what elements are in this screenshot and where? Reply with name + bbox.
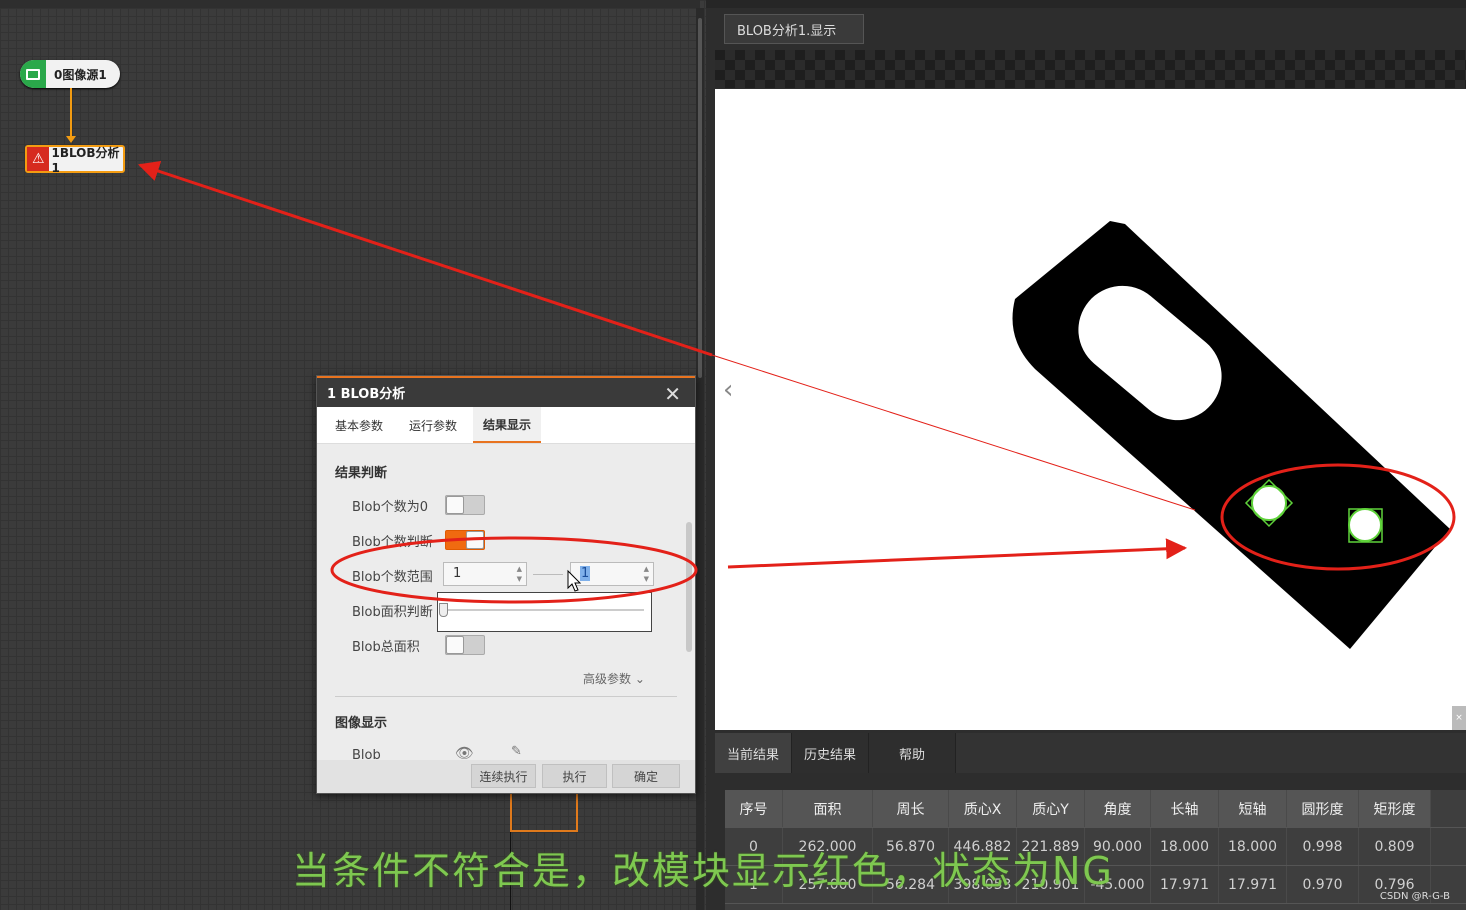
chevron-left-icon[interactable]: ‹: [723, 375, 733, 405]
close-icon[interactable]: ✕: [664, 382, 681, 406]
tab-result-display[interactable]: 结果显示: [473, 407, 542, 443]
section-title-result-judgement: 结果判断: [335, 466, 388, 481]
section-divider: [335, 696, 677, 697]
image-icon: [20, 60, 46, 88]
table-header: 矩形度: [1359, 790, 1431, 827]
table-header: 短轴: [1219, 790, 1287, 827]
canvas-scrollbar[interactable]: [698, 18, 702, 378]
slider-track[interactable]: [444, 609, 644, 611]
table-cell: 18.000: [1151, 828, 1219, 865]
section-title-image-display: 图像显示: [335, 716, 388, 731]
display-tab-label: BLOB分析1.显示: [737, 23, 837, 39]
chevron-down-icon: ⌄: [634, 672, 645, 686]
table-cell: 0.809: [1359, 828, 1431, 865]
tab-current-result[interactable]: 当前结果: [715, 733, 793, 773]
image-display[interactable]: ‹ ×: [715, 89, 1466, 730]
panel-splitter[interactable]: [696, 8, 704, 910]
slider-thumb[interactable]: [439, 603, 448, 617]
caption-text: 当条件不符合是，改模块显示红色，状态为NG: [292, 849, 1114, 893]
watermark: CSDN @R-G-B: [1379, 891, 1450, 902]
spin-arrows-icon[interactable]: ▲ ▼: [644, 564, 649, 584]
dialog-scrollbar[interactable]: [686, 522, 692, 652]
blob-image: [1012, 221, 1450, 649]
table-header: 长轴: [1151, 790, 1219, 827]
blob-part-shape: [1012, 221, 1450, 649]
table-cell: 0.970: [1287, 866, 1359, 903]
table-cell: 18.000: [1219, 828, 1287, 865]
ok-button[interactable]: 确定: [612, 764, 680, 788]
blob-count-min-value: 1: [453, 566, 462, 581]
dialog-title-bar[interactable]: 1 BLOB分析 ✕: [317, 376, 695, 407]
slider-popup[interactable]: [437, 592, 652, 632]
result-tabs: 当前结果 历史结果 帮助: [715, 733, 1466, 773]
display-tab[interactable]: BLOB分析1.显示: [724, 14, 864, 44]
tab-history-result[interactable]: 历史结果: [792, 733, 870, 773]
flow-node-blob-analysis[interactable]: ⚠ 1BLOB分析1: [25, 145, 125, 175]
table-cell: 17.971: [1219, 866, 1287, 903]
flow-link-arrow: [66, 136, 76, 143]
blob-count-min-input[interactable]: 1 ▲ ▼: [443, 562, 527, 586]
table-cell: 17.971: [1151, 866, 1219, 903]
blob-zero-toggle[interactable]: [445, 495, 485, 515]
table-header: 序号: [725, 790, 783, 827]
advanced-params-label: 高级参数: [583, 672, 632, 686]
node-label: 1BLOB分析1: [51, 145, 120, 175]
table-header-row: 序号 面积 周长 质心X 质心Y 角度 长轴 短轴 圆形度 矩形度: [725, 790, 1466, 828]
image-viewer-panel: BLOB分析1.显示 ‹ × 当前结果 历史结果 帮助 序号 面积 周长 质心X…: [706, 0, 1466, 910]
table-header: 圆形度: [1287, 790, 1359, 827]
row-label-blob-zero: Blob个数为0: [352, 500, 429, 515]
dialog-footer: 连续执行 执行 确定: [317, 760, 695, 793]
tab-help[interactable]: 帮助: [869, 733, 957, 773]
run-button[interactable]: 执行: [542, 764, 607, 788]
table-header: 面积: [783, 790, 873, 827]
dialog-title: 1 BLOB分析: [327, 387, 406, 402]
row-label-blob-count-range: Blob个数范围: [352, 570, 433, 585]
blob-analysis-dialog: 1 BLOB分析 ✕ 基本参数 运行参数 结果显示 结果判断 Blob个数为0 …: [316, 375, 696, 794]
canvas-toolbar: [0, 0, 700, 8]
table-header: 质心Y: [1017, 790, 1085, 827]
table-header: 周长: [873, 790, 949, 827]
close-icon[interactable]: ×: [1452, 706, 1466, 730]
range-separator: [533, 574, 563, 575]
flow-connector-stub: [510, 790, 578, 832]
row-label-blob-total-area: Blob总面积: [352, 640, 420, 655]
row-label-blob-area-judge: Blob面积判断: [352, 605, 433, 620]
warning-triangle-icon: ⚠: [27, 147, 50, 171]
image-header-strip: [715, 50, 1466, 88]
tab-run-params[interactable]: 运行参数: [399, 407, 467, 443]
table-header: 角度: [1085, 790, 1151, 827]
flow-node-image-source[interactable]: 0图像源1: [20, 60, 120, 88]
advanced-params-link[interactable]: 高级参数 ⌄: [583, 670, 645, 687]
table-cell: 0.998: [1287, 828, 1359, 865]
continuous-run-button[interactable]: 连续执行: [471, 764, 536, 788]
blob-total-area-toggle[interactable]: [445, 635, 485, 655]
flow-link: [70, 88, 72, 138]
blob-count-max-input[interactable]: 1 ▲ ▼: [570, 562, 654, 586]
tab-basic-params[interactable]: 基本参数: [325, 407, 393, 443]
table-header: 质心X: [949, 790, 1017, 827]
dialog-tabs: 基本参数 运行参数 结果显示: [317, 407, 695, 444]
node-label: 0图像源1: [54, 67, 107, 82]
viewer-topbar: [706, 0, 1466, 8]
row-label-blob-count-judge: Blob个数判断: [352, 535, 433, 550]
pencil-icon[interactable]: ✎: [511, 744, 522, 759]
blob-count-judge-toggle[interactable]: [445, 530, 485, 550]
blob-count-max-value: 1: [580, 566, 591, 581]
spin-arrows-icon[interactable]: ▲ ▼: [517, 564, 522, 584]
dialog-body: 结果判断 Blob个数为0 Blob个数判断 Blob个数范围 1 ▲ ▼ 1 ▲…: [317, 444, 695, 762]
